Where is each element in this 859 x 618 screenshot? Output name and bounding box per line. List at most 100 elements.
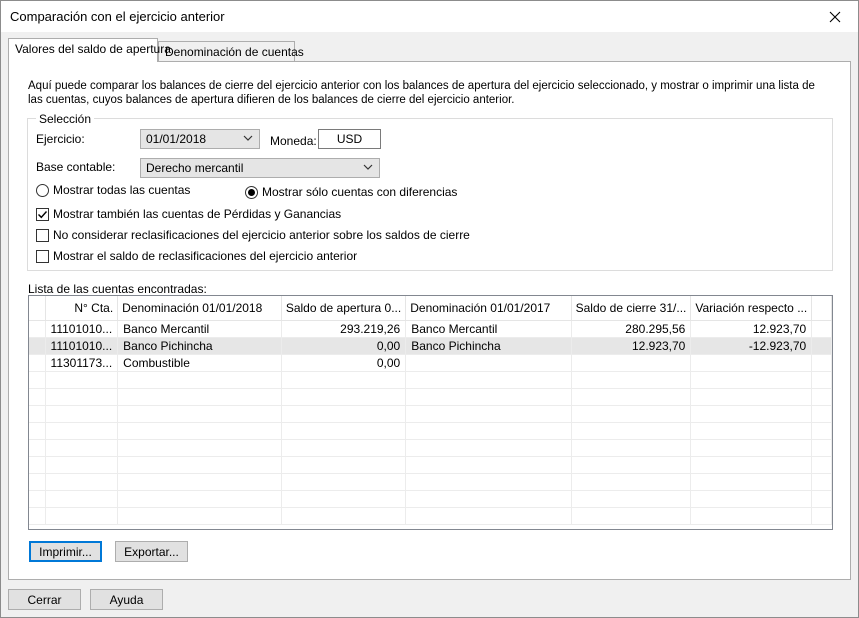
empty-row <box>29 388 832 406</box>
empty-row <box>29 507 832 525</box>
ejercicio-value: 01/01/2018 <box>146 132 207 146</box>
table-cell: Banco Pichincha <box>117 337 282 355</box>
export-button[interactable]: Exportar... <box>115 541 188 562</box>
filler-cell <box>811 337 832 355</box>
close-button[interactable]: Cerrar <box>8 589 81 610</box>
table-cell <box>405 473 572 491</box>
row-header-cell <box>29 473 46 491</box>
empty-row <box>29 371 832 389</box>
table-cell <box>571 473 692 491</box>
table-cell <box>281 371 407 389</box>
filler-cell <box>811 320 832 338</box>
check-label: No considerar reclasificaciones del ejer… <box>53 228 470 242</box>
table-cell <box>571 456 692 474</box>
filler-cell <box>811 439 832 457</box>
help-button[interactable]: Ayuda <box>90 589 163 610</box>
table-cell: 0,00 <box>281 337 407 355</box>
moneda-field[interactable]: USD <box>318 129 381 149</box>
base-contable-combo[interactable]: Derecho mercantil <box>140 158 380 178</box>
radio-mostrar-diferencias[interactable]: Mostrar sólo cuentas con diferencias <box>245 185 457 199</box>
radio-label: Mostrar todas las cuentas <box>53 183 191 197</box>
column-header[interactable]: Denominación 01/01/2017 <box>405 296 572 321</box>
row-header-cell <box>29 507 46 525</box>
ejercicio-label: Ejercicio: <box>36 132 85 146</box>
selection-legend: Selección <box>36 112 95 126</box>
column-header[interactable]: Denominación 01/01/2018 <box>117 296 282 321</box>
radio-circle <box>36 183 49 197</box>
tab-panel: Aquí puede comparar los balances de cier… <box>8 61 851 580</box>
row-header-cell <box>29 456 46 474</box>
table-row[interactable]: 11101010... Banco Mercantil 293.219,26 Banc… <box>29 320 832 338</box>
filler-cell <box>811 405 832 423</box>
accounts-grid[interactable]: N° Cta. Denominación 01/01/2018 Saldo de… <box>28 295 833 530</box>
base-contable-value: Derecho mercantil <box>146 161 244 175</box>
table-row[interactable]: 11301173... Combustible 0,00 <box>29 354 832 372</box>
radio-circle-selected <box>245 185 258 199</box>
column-header[interactable]: Saldo de apertura 0... <box>281 296 407 321</box>
table-cell <box>117 422 282 440</box>
close-window-button[interactable] <box>812 1 858 32</box>
table-cell <box>45 388 119 406</box>
column-header[interactable]: Variación respecto ... <box>690 296 813 321</box>
table-cell <box>690 507 813 525</box>
table-row[interactable]: 11101010... Banco Pichincha 0,00 Banco Pich… <box>29 337 832 355</box>
empty-row <box>29 439 832 457</box>
table-cell <box>281 456 407 474</box>
tab-valores-saldo-apertura[interactable]: Valores del saldo de apertura <box>8 38 171 62</box>
filler-cell <box>811 456 832 474</box>
row-header-corner <box>29 296 46 321</box>
table-cell: 11101010... <box>45 337 119 355</box>
table-cell <box>571 490 692 508</box>
table-cell: 0,00 <box>281 354 407 372</box>
row-header-cell <box>29 490 46 508</box>
table-cell <box>405 354 572 372</box>
table-cell <box>690 422 813 440</box>
window-title: Comparación con el ejercicio anterior <box>10 9 225 24</box>
filler-cell <box>811 388 832 406</box>
table-cell <box>690 439 813 457</box>
table-cell <box>405 371 572 389</box>
check-saldo-reclasificaciones[interactable]: Mostrar el saldo de reclasificaciones de… <box>36 249 357 263</box>
table-cell <box>690 456 813 474</box>
empty-row <box>29 490 832 508</box>
row-header-cell <box>29 439 46 457</box>
table-cell <box>117 405 282 423</box>
table-cell <box>690 371 813 389</box>
intro-text: Aquí puede comparar los balances de cier… <box>28 80 815 106</box>
print-button[interactable]: Imprimir... <box>29 541 102 562</box>
table-cell: Banco Pichincha <box>405 337 572 355</box>
row-header-cell <box>29 354 46 372</box>
check-perdidas-ganancias[interactable]: Mostrar también las cuentas de Pérdidas … <box>36 207 341 221</box>
checkbox-unchecked <box>36 249 49 263</box>
table-cell <box>281 422 407 440</box>
table-cell <box>690 354 813 372</box>
table-cell: 12.923,70 <box>571 337 692 355</box>
grid-label: Lista de las cuentas encontradas: <box>28 282 207 296</box>
column-header[interactable]: N° Cta. <box>45 296 119 321</box>
table-cell <box>405 439 572 457</box>
table-cell <box>281 388 407 406</box>
chevron-down-icon <box>363 164 373 170</box>
radio-mostrar-todas[interactable]: Mostrar todas las cuentas <box>36 183 190 197</box>
ejercicio-combo[interactable]: 01/01/2018 <box>140 129 260 149</box>
table-cell <box>690 388 813 406</box>
checkbox-checked <box>36 207 49 221</box>
table-cell <box>405 388 572 406</box>
column-header-filler <box>811 296 832 321</box>
row-header-cell <box>29 422 46 440</box>
column-header[interactable]: Saldo de cierre 31/... <box>571 296 692 321</box>
accounts-table: N° Cta. Denominación 01/01/2018 Saldo de… <box>29 296 832 525</box>
table-cell <box>117 490 282 508</box>
check-no-reclasificaciones[interactable]: No considerar reclasificaciones del ejer… <box>36 228 470 242</box>
dialog-window: Comparación con el ejercicio anterior Va… <box>0 0 859 618</box>
filler-cell <box>811 354 832 372</box>
radio-label: Mostrar sólo cuentas con diferencias <box>262 185 458 199</box>
check-label: Mostrar el saldo de reclasificaciones de… <box>53 249 358 263</box>
table-cell <box>571 507 692 525</box>
tab-denominacion-cuentas[interactable]: Denominación de cuentas <box>158 41 304 62</box>
table-cell <box>571 422 692 440</box>
table-cell <box>117 388 282 406</box>
table-cell: 11301173... <box>45 354 119 372</box>
check-label: Mostrar también las cuentas de Pérdidas … <box>53 207 342 221</box>
table-cell <box>405 422 572 440</box>
